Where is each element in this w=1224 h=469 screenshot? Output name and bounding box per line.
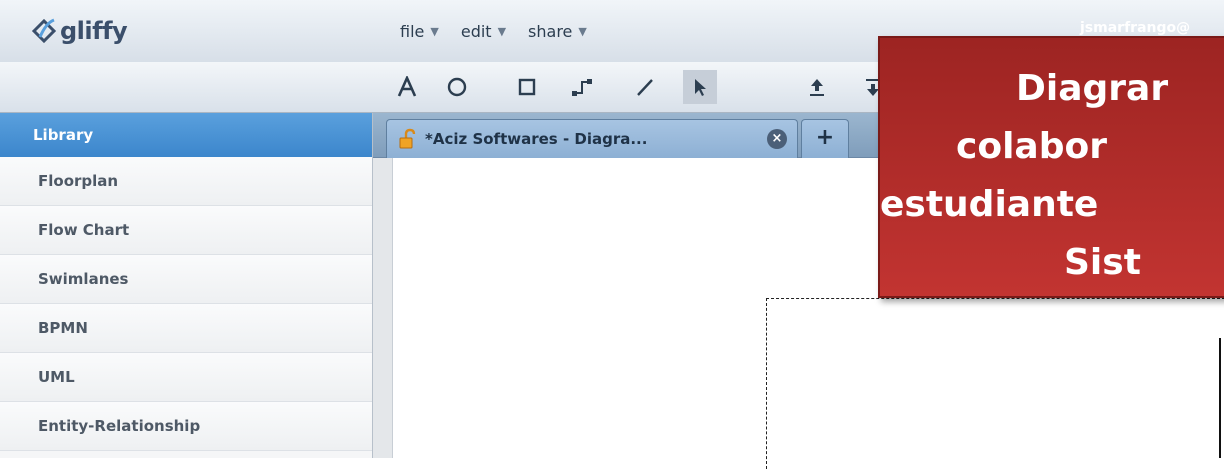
chevron-down-icon: ▼ <box>430 25 439 38</box>
menu-file-label: file <box>400 22 425 41</box>
library-item-entity-relationship[interactable]: Entity-Relationship <box>0 402 372 451</box>
circle-icon <box>447 77 467 97</box>
main-menu: file ▼ edit ▼ share ▼ <box>400 22 587 41</box>
library-item-flow-chart[interactable]: Flow Chart <box>0 206 372 255</box>
connector-tool-button[interactable] <box>565 70 599 104</box>
library-item-swimlanes[interactable]: Swimlanes <box>0 255 372 304</box>
upload-arrow-icon <box>810 79 824 96</box>
shape-edge <box>1219 338 1221 458</box>
logo-text: gliffy <box>60 17 128 45</box>
ellipse-tool-button[interactable] <box>440 70 474 104</box>
library-item-uml[interactable]: UML <box>0 353 372 402</box>
upload-tool-button[interactable] <box>800 70 834 104</box>
document-tab[interactable]: *Aciz Softwares - Diagra... × <box>386 119 798 158</box>
shape-library-sidebar: Library Floorplan Flow Chart Swimlanes B… <box>0 113 373 458</box>
menu-edit[interactable]: edit ▼ <box>461 22 506 41</box>
chevron-down-icon: ▼ <box>578 25 587 38</box>
close-tab-icon[interactable]: × <box>767 129 787 149</box>
elbow-connector-icon <box>572 79 592 96</box>
document-tab-title: *Aciz Softwares - Diagra... <box>425 130 648 148</box>
library-item-bpmn[interactable]: BPMN <box>0 304 372 353</box>
diagonal-line-icon <box>637 79 653 96</box>
menu-share-label: share <box>528 22 573 41</box>
callout-line-3: estudiante <box>880 184 1099 225</box>
new-tab-button[interactable]: + <box>801 119 849 158</box>
menu-share[interactable]: share ▼ <box>528 22 587 41</box>
rectangle-tool-button[interactable] <box>510 70 544 104</box>
callout-line-4: Sist <box>1064 242 1141 283</box>
text-tool-button[interactable] <box>390 70 424 104</box>
text-tool-icon <box>397 76 417 97</box>
gliffy-logo-icon <box>31 18 57 44</box>
arrow-cursor-icon <box>695 79 706 96</box>
user-account[interactable]: jsmarfrango@ <box>1080 20 1190 36</box>
selection-marquee <box>766 298 1224 469</box>
library-item-floorplan[interactable]: Floorplan <box>0 157 372 206</box>
pointer-tool-button[interactable] <box>683 70 717 104</box>
line-tool-button[interactable] <box>628 70 662 104</box>
callout-line-2: colabor <box>956 126 1107 167</box>
square-icon <box>518 78 536 96</box>
callout-line-1: Diagrar <box>1016 68 1169 109</box>
unlocked-padlock-icon <box>399 128 416 149</box>
overlay-callout: Diagrar colabor estudiante Sist <box>878 36 1224 298</box>
chevron-down-icon: ▼ <box>497 25 507 38</box>
menu-edit-label: edit <box>460 22 492 41</box>
menu-file[interactable]: file ▼ <box>400 22 439 41</box>
library-header[interactable]: Library <box>0 113 372 157</box>
gliffy-logo[interactable]: gliffy <box>30 14 128 48</box>
